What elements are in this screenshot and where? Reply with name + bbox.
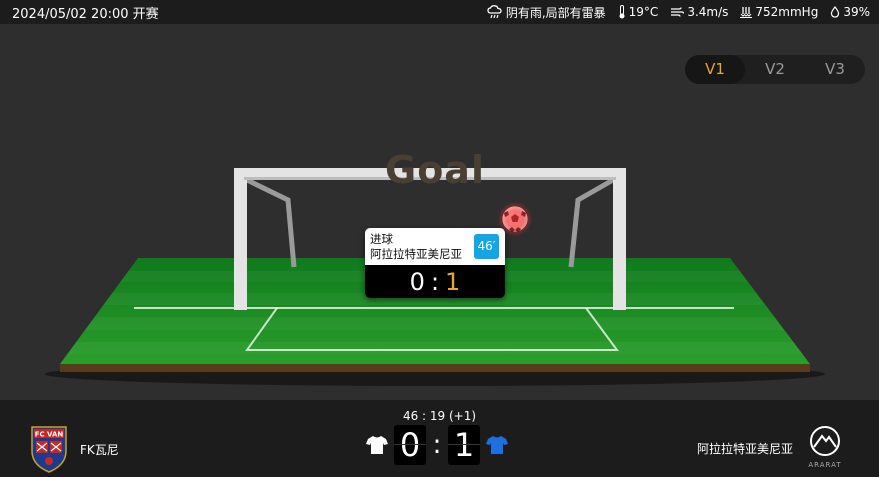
thunderstorm-icon bbox=[487, 5, 502, 19]
svg-text:FC VAN: FC VAN bbox=[35, 431, 64, 439]
home-team-name: FK瓦尼 bbox=[80, 442, 119, 457]
match-start-time: 2024/05/02 20:00 开赛 bbox=[12, 6, 159, 22]
wind-text: 3.4m/s bbox=[687, 5, 729, 19]
temperature-text: 19°C bbox=[628, 5, 659, 19]
goal-event-card: 进球 阿拉拉特亚美尼亚 46′ 0 : 1 bbox=[365, 228, 505, 298]
event-score-separator: : bbox=[430, 267, 440, 296]
view-tabs: V1 V2 V3 bbox=[685, 55, 865, 84]
away-team-name: 阿拉拉特亚美尼亚 bbox=[696, 441, 793, 456]
weather-info: 阴有雨,局部有雷暴 19°C 3.4m/s 752mmHg 39% bbox=[487, 4, 870, 21]
event-away-score: 1 bbox=[445, 267, 461, 296]
scoreboard: 0 : 1 bbox=[366, 425, 508, 465]
tab-v2[interactable]: V2 bbox=[745, 55, 805, 84]
wind-icon bbox=[671, 7, 685, 17]
pressure-text: 752mmHg bbox=[755, 5, 819, 19]
goal-post-right bbox=[613, 168, 626, 310]
ararat-armenia-crest-icon: ARARAT bbox=[808, 426, 841, 469]
home-score: 0 bbox=[394, 425, 426, 465]
pressure-icon bbox=[740, 7, 753, 18]
weather-condition-text: 阴有雨,局部有雷暴 bbox=[505, 5, 606, 20]
pitch-soil-edge bbox=[60, 364, 810, 372]
event-minute-badge: 46′ bbox=[474, 234, 499, 259]
event-home-score: 0 bbox=[409, 267, 425, 296]
event-info: 进球 阿拉拉特亚美尼亚 46′ bbox=[365, 228, 505, 265]
home-team[interactable]: FC VAN FK瓦尼 bbox=[30, 425, 119, 473]
event-score: 0 : 1 bbox=[365, 265, 505, 298]
weather-wind: 3.4m/s bbox=[670, 5, 728, 19]
goal-banner: Goal bbox=[385, 148, 485, 192]
score-separator: : bbox=[432, 430, 442, 460]
weather-temperature: 19°C bbox=[618, 5, 659, 19]
home-jersey-icon bbox=[366, 436, 388, 454]
away-team[interactable]: 阿拉拉特亚美尼亚 ARARAT bbox=[697, 425, 845, 471]
tab-v3[interactable]: V3 bbox=[805, 55, 865, 84]
goal-back-right bbox=[568, 177, 615, 268]
weather-condition: 阴有雨,局部有雷暴 bbox=[487, 4, 606, 21]
away-jersey-icon bbox=[486, 436, 508, 454]
fk-van-crest-icon: FC VAN bbox=[31, 426, 67, 473]
away-score: 1 bbox=[448, 425, 480, 465]
tab-v1[interactable]: V1 bbox=[685, 55, 745, 84]
top-bar: 2024/05/02 20:00 开赛 阴有雨,局部有雷暴 19°C 3.4m/… bbox=[0, 0, 879, 24]
match-bar: 46 : 19 (+1) FC VAN FK瓦尼 0 : 1 阿拉拉特亚美尼亚 … bbox=[0, 400, 879, 477]
humidity-text: 39% bbox=[843, 5, 870, 19]
svg-text:ARARAT: ARARAT bbox=[808, 461, 841, 469]
goal-post-left bbox=[234, 168, 247, 310]
weather-pressure: 752mmHg bbox=[740, 5, 818, 19]
humidity-drop-icon bbox=[831, 6, 840, 18]
goal-back-left bbox=[245, 177, 297, 268]
match-clock: 46 : 19 (+1) bbox=[402, 409, 477, 423]
weather-humidity: 39% bbox=[830, 5, 870, 19]
thermometer-icon bbox=[619, 5, 625, 19]
